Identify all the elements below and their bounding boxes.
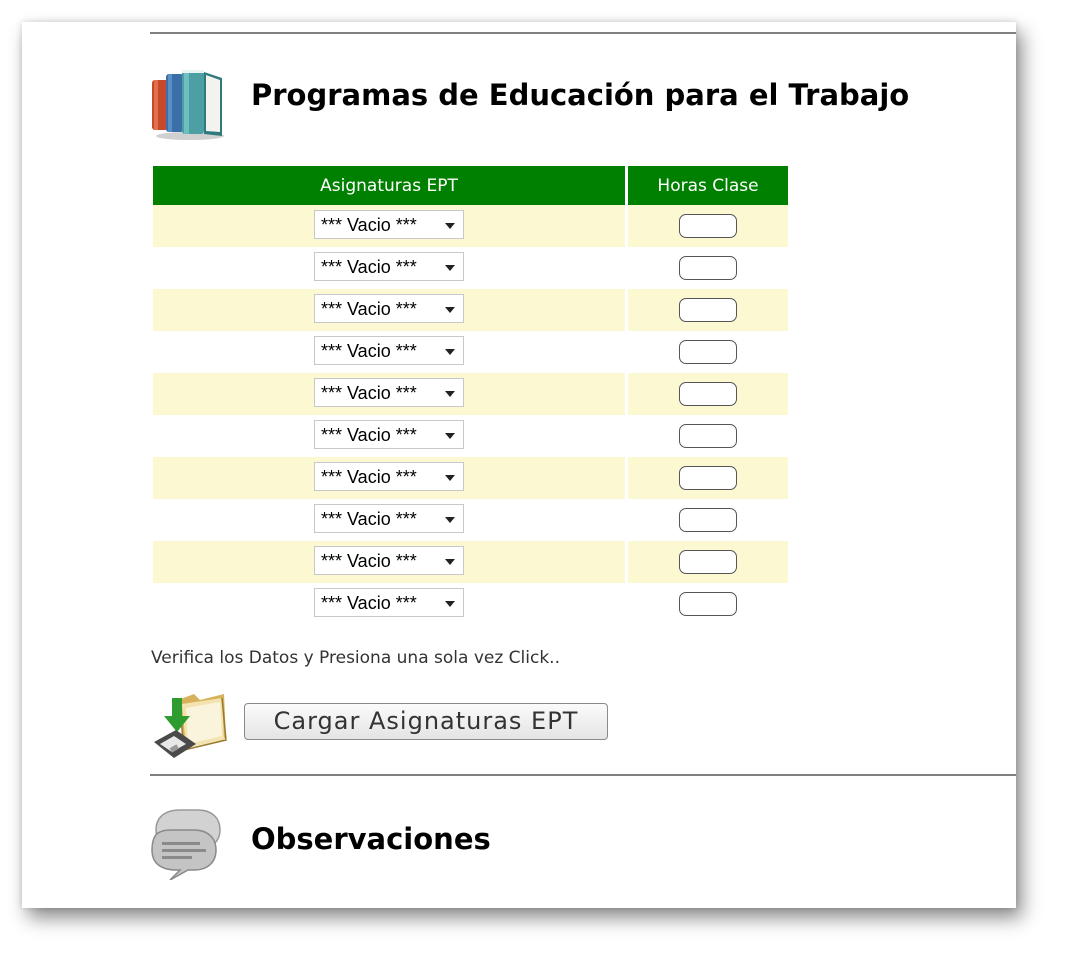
subject-select-value: *** Vacio *** (321, 592, 417, 613)
subject-select-value: *** Vacio *** (321, 424, 417, 445)
subject-select-value: *** Vacio *** (321, 382, 417, 403)
subject-select[interactable]: *** Vacio *** (314, 461, 464, 491)
chevron-down-icon (445, 516, 455, 523)
subject-select[interactable]: *** Vacio *** (314, 419, 464, 449)
subject-select-value: *** Vacio *** (321, 298, 417, 319)
top-divider (150, 32, 1016, 34)
books-icon (152, 70, 224, 140)
chevron-down-icon (445, 222, 455, 229)
subject-select-value: *** Vacio *** (321, 550, 417, 571)
load-subjects-button[interactable]: Cargar Asignaturas EPT (244, 703, 608, 740)
hours-input[interactable] (679, 508, 737, 532)
table-row: *** Vacio *** (153, 457, 788, 499)
chevron-down-icon (445, 390, 455, 397)
table-row: *** Vacio *** (153, 583, 788, 625)
hours-input[interactable] (679, 550, 737, 574)
subject-select[interactable]: *** Vacio *** (314, 587, 464, 617)
hours-input[interactable] (679, 592, 737, 616)
chevron-down-icon (445, 306, 455, 313)
hours-input[interactable] (679, 256, 737, 280)
table-row: *** Vacio *** (153, 331, 788, 373)
subject-select[interactable]: *** Vacio *** (314, 503, 464, 533)
ept-table: Asignaturas EPT Horas Clase *** Vacio **… (150, 166, 791, 625)
page-panel: Programas de Educación para el Trabajo A… (22, 22, 1016, 908)
subject-select[interactable]: *** Vacio *** (314, 293, 464, 323)
hours-input[interactable] (679, 424, 737, 448)
hours-input[interactable] (679, 340, 737, 364)
chevron-down-icon (445, 558, 455, 565)
save-folder-icon (154, 694, 227, 758)
subject-select[interactable]: *** Vacio *** (314, 209, 464, 239)
column-header-subject: Asignaturas EPT (153, 166, 625, 205)
column-header-hours: Horas Clase (628, 166, 788, 205)
subject-select[interactable]: *** Vacio *** (314, 377, 464, 407)
chevron-down-icon (445, 432, 455, 439)
chevron-down-icon (445, 474, 455, 481)
hours-input[interactable] (679, 214, 737, 238)
table-row: *** Vacio *** (153, 541, 788, 583)
chat-bubbles-icon (151, 809, 221, 880)
hours-input[interactable] (679, 466, 737, 490)
table-row: *** Vacio *** (153, 373, 788, 415)
table-row: *** Vacio *** (153, 499, 788, 541)
table-row: *** Vacio *** (153, 289, 788, 331)
instruction-text: Verifica los Datos y Presiona una sola v… (151, 648, 560, 668)
subject-select[interactable]: *** Vacio *** (314, 251, 464, 281)
section-divider (150, 774, 1016, 776)
subject-select[interactable]: *** Vacio *** (314, 545, 464, 575)
hours-input[interactable] (679, 382, 737, 406)
subject-select-value: *** Vacio *** (321, 466, 417, 487)
chevron-down-icon (445, 264, 455, 271)
observaciones-title: Observaciones (251, 822, 491, 856)
subject-select[interactable]: *** Vacio *** (314, 335, 464, 365)
page-title: Programas de Educación para el Trabajo (251, 78, 910, 112)
table-row: *** Vacio *** (153, 205, 788, 247)
hours-input[interactable] (679, 298, 737, 322)
subject-select-value: *** Vacio *** (321, 340, 417, 361)
table-row: *** Vacio *** (153, 247, 788, 289)
subject-select-value: *** Vacio *** (321, 214, 417, 235)
chevron-down-icon (445, 600, 455, 607)
subject-select-value: *** Vacio *** (321, 256, 417, 277)
table-row: *** Vacio *** (153, 415, 788, 457)
subject-select-value: *** Vacio *** (321, 508, 417, 529)
chevron-down-icon (445, 348, 455, 355)
